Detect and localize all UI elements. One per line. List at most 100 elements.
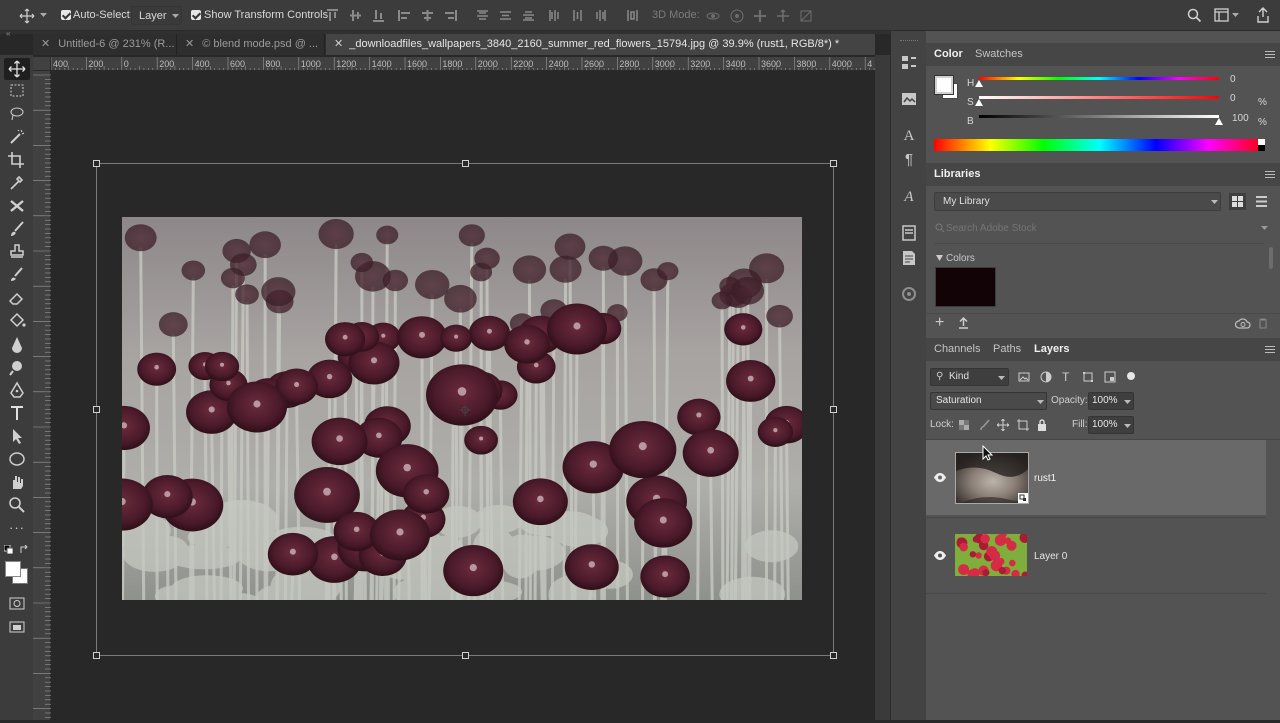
clone-stamp-tool-icon[interactable] (7, 243, 27, 261)
collapse-triangle-icon[interactable] (936, 255, 943, 261)
dodge-tool-icon[interactable] (7, 358, 27, 376)
blur-tool-icon[interactable] (7, 335, 27, 353)
saturation-slider-thumb[interactable] (975, 99, 983, 106)
layer-row-rust1[interactable]: rust1 (926, 440, 1266, 515)
brightness-slider-thumb[interactable] (1215, 118, 1223, 125)
color-panel-menu-icon[interactable] (1265, 51, 1275, 58)
distribute-left-icon[interactable] (548, 9, 561, 22)
chevron-down-icon[interactable] (40, 13, 47, 18)
h-value-field[interactable]: 0 (1224, 73, 1256, 88)
tab-color[interactable]: Color (934, 48, 963, 60)
visibility-eye-icon[interactable] (934, 551, 946, 560)
close-icon[interactable]: ✕ (334, 38, 343, 50)
filter-adjustment-icon[interactable] (1040, 371, 1052, 383)
library-select[interactable]: My Library (934, 192, 1221, 211)
workspace-icon[interactable] (1214, 8, 1229, 22)
lasso-tool-icon[interactable] (7, 105, 27, 123)
transform-handle-ml[interactable] (93, 406, 100, 413)
align-vcenter-icon[interactable] (349, 9, 362, 22)
ellipse-tool-icon[interactable] (7, 450, 27, 468)
filter-toggle[interactable] (1127, 372, 1135, 380)
paragraph-panel-icon[interactable]: ¶ (900, 151, 918, 169)
fg-color-chip[interactable] (935, 76, 953, 94)
opacity-field[interactable]: 100% (1088, 392, 1134, 410)
filter-smart-object-icon[interactable] (1104, 371, 1116, 383)
layer-name-rust1[interactable]: rust1 (1034, 473, 1056, 484)
distribute-bottom-icon[interactable] (522, 9, 535, 22)
align-left-icon[interactable] (398, 9, 411, 22)
tab-swatches[interactable]: Swatches (975, 48, 1023, 60)
s-value-field[interactable]: 0 (1224, 92, 1256, 107)
tab-untitled-6[interactable]: ✕Untitled-6 @ 231% (R... (33, 34, 177, 55)
search-icon[interactable] (1187, 8, 1202, 23)
more-tools-icon[interactable]: ··· (9, 520, 25, 535)
healing-brush-tool-icon[interactable] (7, 197, 27, 215)
chevron-down-icon[interactable] (1232, 13, 1239, 18)
type-tool-icon[interactable] (7, 404, 27, 422)
3d-slide-icon[interactable] (775, 8, 791, 24)
collapse-left-icon[interactable]: « (6, 29, 10, 38)
swap-colors-icon[interactable] (20, 545, 29, 554)
auto-align-icon[interactable] (626, 9, 639, 22)
libraries-scrollbar[interactable] (1269, 247, 1273, 269)
history-brush-tool-icon[interactable] (7, 266, 27, 284)
canvas-scrollbar[interactable] (875, 55, 890, 720)
lock-transparent-icon[interactable] (959, 420, 969, 430)
align-hcenter-icon[interactable] (421, 9, 434, 22)
fill-field[interactable]: 100% (1088, 416, 1134, 434)
libraries-menu-icon[interactable] (1265, 171, 1275, 178)
tab-summer-red-flowers[interactable]: ✕_downloadfiles_wallpapers_3840_2160_sum… (326, 34, 875, 55)
distribute-hcenter-icon[interactable] (571, 9, 584, 22)
brightness-slider[interactable] (979, 115, 1219, 118)
visibility-eye-icon[interactable] (934, 473, 946, 482)
tab-layers[interactable]: Layers (1034, 343, 1069, 355)
tab-blend-mode[interactable]: ✕© blend mode.psd @ ... (178, 34, 325, 55)
screen-mode-icon[interactable] (7, 618, 27, 636)
distribute-vcenter-icon[interactable] (499, 9, 512, 22)
transform-handle-tr[interactable] (830, 160, 837, 167)
auto-select-checkbox[interactable] (61, 10, 71, 20)
adjustments-panel-icon[interactable] (900, 90, 918, 108)
upload-icon[interactable] (958, 317, 969, 329)
tab-paths[interactable]: Paths (993, 343, 1021, 355)
reference-point-icon[interactable] (459, 404, 471, 416)
lock-artboard-icon[interactable] (1017, 419, 1029, 431)
auto-select-dropdown[interactable]: Layer (131, 6, 182, 25)
paint-bucket-tool-icon[interactable] (7, 312, 27, 330)
quick-mask-icon[interactable] (7, 595, 27, 613)
path-selection-tool-icon[interactable] (7, 427, 27, 445)
library-color-swatch[interactable] (935, 267, 996, 307)
align-top-icon[interactable] (326, 9, 339, 22)
distribute-top-icon[interactable] (476, 9, 489, 22)
notes-panel-icon[interactable] (900, 249, 918, 267)
libraries-title[interactable]: Libraries (934, 168, 980, 180)
layers-menu-icon[interactable] (1265, 346, 1275, 353)
lock-position-icon[interactable] (997, 419, 1009, 431)
filter-type-icon[interactable]: T (1062, 370, 1069, 384)
distribute-right-icon[interactable] (594, 9, 607, 22)
character-panel-icon[interactable]: A (900, 127, 918, 145)
b-value-field[interactable]: 100 (1224, 112, 1256, 127)
marquee-tool-icon[interactable] (7, 82, 27, 100)
zoom-tool-icon[interactable] (7, 496, 27, 514)
blend-mode-select[interactable]: Saturation (930, 392, 1047, 410)
foreground-color-swatch[interactable] (5, 561, 21, 577)
trash-icon[interactable] (1258, 318, 1268, 329)
close-icon[interactable]: ✕ (185, 38, 194, 50)
layer-thumbnail-layer-0[interactable] (955, 534, 1027, 576)
transform-handle-mr[interactable] (830, 406, 837, 413)
filter-shape-icon[interactable] (1082, 371, 1094, 383)
layer-name-layer-0[interactable]: Layer 0 (1034, 551, 1067, 562)
transform-handle-br[interactable] (830, 652, 837, 659)
crop-tool-icon[interactable] (7, 151, 27, 169)
3d-roll-icon[interactable] (729, 8, 745, 24)
eyedropper-tool-icon[interactable] (7, 174, 27, 192)
lock-pixels-icon[interactable] (979, 419, 991, 431)
cloud-sync-icon[interactable] (1235, 318, 1251, 329)
layer-filter-select[interactable]: ⚲ Kind (930, 368, 1009, 386)
layer-row-layer-0[interactable]: Layer 0 (926, 517, 1266, 594)
saturation-slider[interactable] (979, 96, 1219, 99)
transform-handle-tl[interactable] (93, 160, 100, 167)
transform-handle-bl[interactable] (93, 652, 100, 659)
lock-all-icon[interactable] (1037, 419, 1047, 431)
